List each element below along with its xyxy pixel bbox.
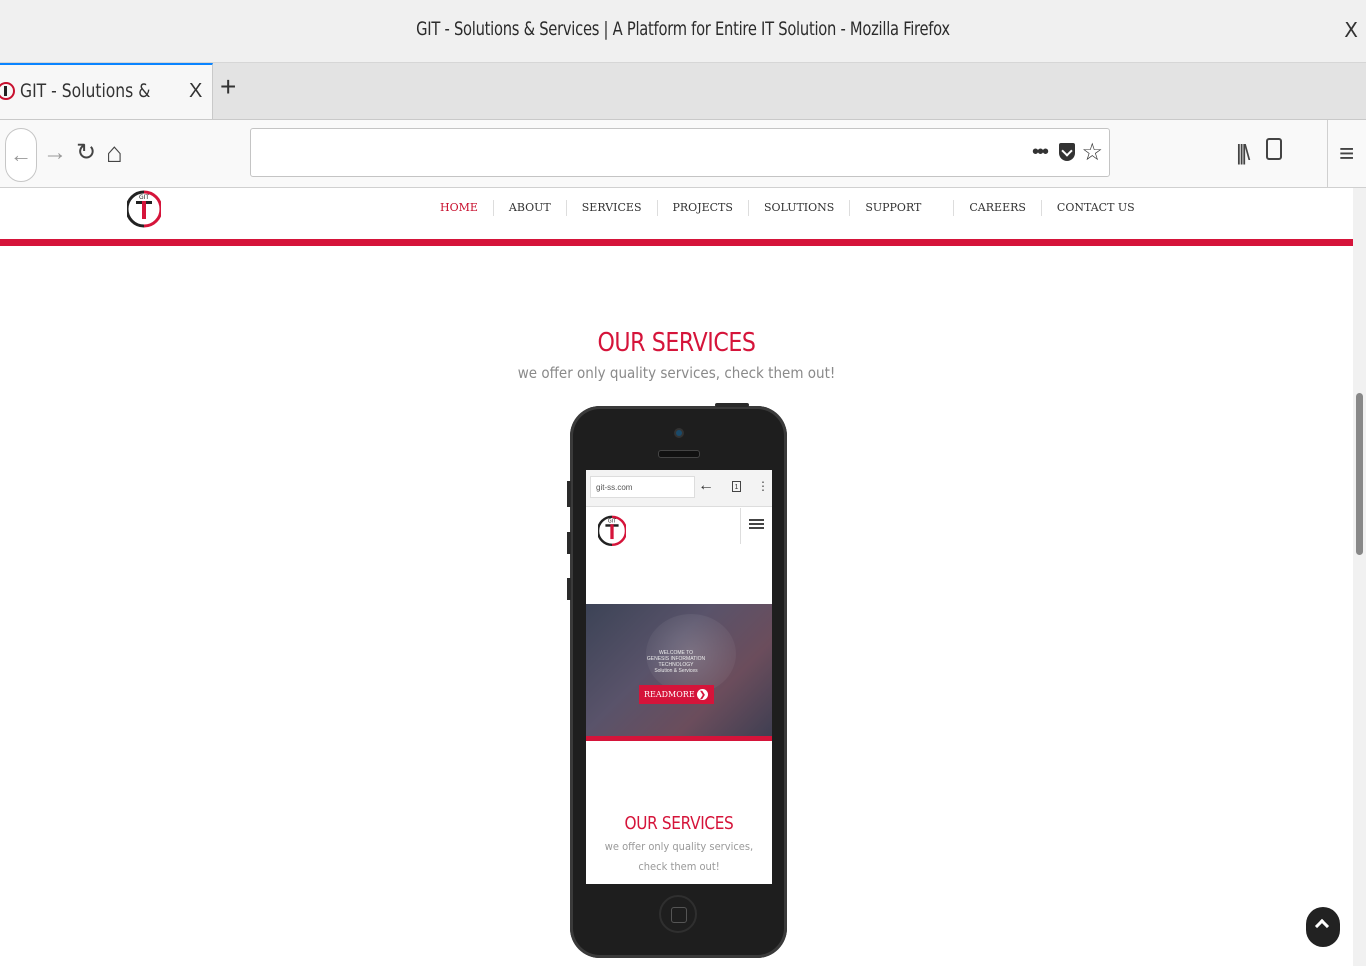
site-header: GIT HOME ABOUT SERVICES PROJECTS SOLUTIO…	[0, 188, 1353, 240]
site-favicon-icon	[0, 82, 15, 100]
back-to-top-button[interactable]	[1306, 907, 1340, 947]
library-button[interactable]: |||\	[1236, 140, 1250, 166]
mobile-divider	[586, 736, 772, 741]
tab-close-button[interactable]: X	[189, 80, 202, 103]
bookmark-star-icon[interactable]: ☆	[1081, 138, 1103, 167]
chevron-right-icon: ❯	[697, 689, 708, 700]
mobile-logo-text: GIT	[608, 519, 617, 525]
main-menu: HOME ABOUT SERVICES PROJECTS SOLUTIONS S…	[425, 200, 1150, 216]
phone-screen: git-ss.com ← 1 ⋮ GIT WELCOME TO GENESIS …	[586, 470, 772, 884]
hamburger-menu-button[interactable]: ≡	[1339, 140, 1354, 166]
mobile-browser-bar: git-ss.com ← 1 ⋮	[586, 470, 772, 507]
menu-item-services[interactable]: SERVICES	[567, 200, 658, 216]
phone-mockup: git-ss.com ← 1 ⋮ GIT WELCOME TO GENESIS …	[567, 403, 787, 958]
pocket-icon[interactable]	[1059, 143, 1075, 161]
menu-item-contact-us[interactable]: CONTACT US	[1042, 200, 1150, 216]
page-actions-button[interactable]: •••	[1032, 141, 1049, 164]
mobile-hamburger-icon	[740, 508, 772, 544]
tab-strip: GIT - Solutions & Services | A Platform …	[0, 63, 1366, 120]
new-tab-button[interactable]: +	[220, 71, 236, 103]
back-arrow-icon: ←	[10, 142, 32, 167]
reload-button[interactable]: ↻	[76, 140, 96, 166]
mobile-hero-text: WELCOME TO GENESIS INFORMATION TECHNOLOG…	[646, 650, 706, 674]
mobile-services-subtitle: we offer only quality services, check th…	[604, 840, 754, 873]
mobile-more-icon: ⋮	[757, 479, 769, 493]
mobile-git-logo: GIT	[598, 515, 626, 547]
phone-camera	[676, 430, 682, 436]
window-title: GIT - Solutions & Services | A Platform …	[416, 18, 950, 40]
services-subtitle: we offer only quality services, check th…	[517, 364, 836, 382]
window-titlebar: GIT - Solutions & Services | A Platform …	[0, 0, 1366, 63]
menu-item-about[interactable]: ABOUT	[494, 200, 567, 216]
mobile-hero-banner: WELCOME TO GENESIS INFORMATION TECHNOLOG…	[586, 604, 772, 736]
chevron-up-icon	[1314, 918, 1330, 934]
logo-text: GIT	[139, 194, 149, 201]
mobile-tabs-icon: 1	[732, 481, 741, 492]
url-bar[interactable]: ••• ☆	[250, 128, 1110, 177]
phone-home-button	[659, 895, 697, 933]
menu-item-support[interactable]: SUPPORT	[850, 200, 955, 216]
mobile-url-field: git-ss.com	[590, 476, 695, 498]
menu-item-solutions[interactable]: SOLUTIONS	[749, 200, 851, 216]
tab-git-solutions[interactable]: GIT - Solutions & Services | A Platform …	[0, 63, 213, 119]
home-button[interactable]: ⌂	[106, 139, 123, 167]
window-close-button[interactable]: X	[1344, 18, 1358, 42]
menu-item-projects[interactable]: PROJECTS	[658, 200, 749, 216]
menu-item-home[interactable]: HOME	[425, 200, 494, 216]
back-button[interactable]: ←	[5, 128, 37, 182]
services-heading: OUR SERVICES	[597, 328, 756, 358]
forward-button[interactable]: →	[43, 140, 67, 166]
tab-label: GIT - Solutions & Services | A Platform …	[20, 80, 151, 102]
menu-item-careers[interactable]: CAREERS	[954, 200, 1042, 216]
mobile-back-arrow-icon: ←	[698, 477, 714, 494]
mobile-readmore-button: READMORE ❯	[639, 685, 714, 704]
phone-speaker	[658, 450, 700, 458]
navigation-toolbar: ← → ↻ ⌂ ••• ☆ |||\ ≡	[0, 120, 1366, 188]
mobile-services-heading: OUR SERVICES	[624, 813, 734, 834]
header-divider	[0, 239, 1353, 246]
scrollbar-thumb[interactable]	[1356, 393, 1363, 555]
sidebar-icon[interactable]	[1266, 138, 1282, 160]
page-scrollbar[interactable]	[1353, 188, 1366, 966]
git-logo[interactable]: GIT	[127, 188, 161, 228]
